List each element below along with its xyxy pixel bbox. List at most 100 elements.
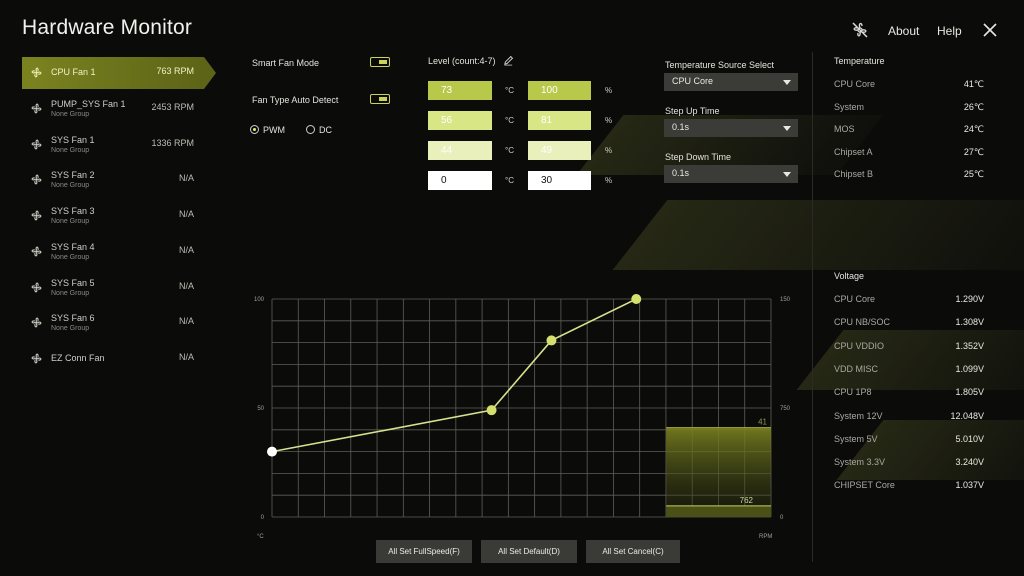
fan-item[interactable]: SYS Fan 2 None Group N/A <box>22 164 204 196</box>
fan-name: EZ Conn Fan <box>51 353 105 363</box>
temp-source-select[interactable]: CPU Core <box>664 73 798 91</box>
fan-group: None Group <box>51 182 90 189</box>
live-rpm-area <box>666 505 771 517</box>
step-up-select[interactable]: 0.1s <box>664 119 798 137</box>
fan-icon <box>31 210 42 221</box>
fan-group: None Group <box>51 111 90 118</box>
level-temp-input[interactable]: 0 <box>428 171 492 190</box>
temp-source-label: Temperature Source Select <box>665 60 775 70</box>
fan-icon <box>31 246 42 257</box>
fan-name: CPU Fan 1 <box>51 67 96 77</box>
fan-icon <box>31 353 42 364</box>
all-default-button[interactable]: All Set Default(D) <box>481 540 577 563</box>
fan-group: None Group <box>51 325 90 332</box>
voltage-value: 12.048V <box>950 410 984 421</box>
dc-label: DC <box>319 125 332 135</box>
fan-name: PUMP_SYS Fan 1 <box>51 99 126 109</box>
level-percent-input[interactable]: 30 <box>528 171 591 190</box>
fan-rpm: N/A <box>178 316 194 326</box>
level-title: Level (count:4-7) <box>428 56 496 66</box>
fan-group: None Group <box>51 147 90 154</box>
level-percent-input[interactable]: 100 <box>528 81 591 100</box>
fan-rpm: N/A <box>178 209 194 219</box>
curve-point[interactable] <box>546 335 557 346</box>
fan-rpm: N/A <box>178 352 194 362</box>
y-right-tick: 0 <box>780 515 784 521</box>
temp-unit: °C <box>505 116 514 125</box>
live-rpm-label: 762 <box>740 496 754 505</box>
step-down-select[interactable]: 0.1s <box>664 165 798 183</box>
fan-icon <box>31 67 42 78</box>
fan-type-auto-toggle[interactable] <box>370 94 390 104</box>
fan-type-auto-label: Fan Type Auto Detect <box>252 95 339 105</box>
step-down-value: 0.1s <box>672 168 690 178</box>
page-title: Hardware Monitor <box>22 16 193 39</box>
fan-item[interactable]: SYS Fan 1 None Group 1336 RPM <box>22 129 204 161</box>
fan-off-icon[interactable] <box>850 20 870 40</box>
all-cancel-button[interactable]: All Set Cancel(C) <box>586 540 680 563</box>
voltage-label: System 5V <box>834 433 878 444</box>
live-temp-area <box>666 427 771 517</box>
voltage-value: 1.805V <box>955 387 984 398</box>
smart-fan-mode-label: Smart Fan Mode <box>252 58 320 68</box>
level-percent-input[interactable]: 49 <box>528 141 591 160</box>
curve-point[interactable] <box>267 446 277 457</box>
x-unit-label: °C <box>257 534 264 540</box>
level-temp-input[interactable]: 56 <box>428 111 492 130</box>
pwm-radio[interactable] <box>250 125 259 134</box>
temperature-label: MOS <box>834 124 855 134</box>
fan-item[interactable]: SYS Fan 3 None Group N/A <box>22 200 204 232</box>
chevron-down-icon <box>783 80 791 85</box>
temp-unit: °C <box>505 176 514 185</box>
temperature-value: 25℃ <box>963 169 984 179</box>
help-link[interactable]: Help <box>937 24 962 38</box>
fan-name: SYS Fan 6 <box>51 313 95 323</box>
pencil-icon[interactable] <box>503 55 514 66</box>
fan-name: SYS Fan 2 <box>51 170 95 180</box>
dc-radio[interactable] <box>306 125 315 134</box>
chevron-down-icon <box>783 172 791 177</box>
curve-point[interactable] <box>486 405 497 416</box>
live-temp-label: 41 <box>758 418 767 427</box>
fan-item[interactable]: SYS Fan 5 None Group N/A <box>22 272 204 304</box>
step-up-label: Step Up Time <box>665 106 720 116</box>
fan-group: None Group <box>51 218 90 225</box>
fan-icon <box>31 317 42 328</box>
voltage-value: 3.240V <box>955 457 984 468</box>
y-left-tick: 0 <box>261 515 265 521</box>
voltage-label: System 12V <box>834 410 883 421</box>
percent-unit: % <box>605 116 613 125</box>
fan-rpm: N/A <box>178 281 194 291</box>
fan-item[interactable]: EZ Conn Fan N/A <box>22 343 204 375</box>
fan-rpm: N/A <box>178 173 194 183</box>
all-full-speed-button[interactable]: All Set FullSpeed(F) <box>376 540 472 563</box>
percent-unit: % <box>605 86 613 95</box>
voltage-value: 5.010V <box>955 433 984 444</box>
fan-icon <box>31 174 42 185</box>
curve-point[interactable] <box>631 294 642 304</box>
level-temp-input[interactable]: 44 <box>428 141 492 160</box>
temperature-value: 27℃ <box>963 146 984 157</box>
about-link[interactable]: About <box>888 24 919 38</box>
voltage-value: 1.037V <box>955 480 984 491</box>
y-right-tick: 7500 <box>780 406 790 412</box>
fan-curve-chart[interactable]: 41 762 100 50 0 15000 7500 0 °C RPM <box>250 290 790 542</box>
fan-rpm: N/A <box>178 245 194 255</box>
temperature-label: CPU Core <box>834 79 876 89</box>
voltage-value: 1.308V <box>955 317 984 328</box>
level-percent-input[interactable]: 81 <box>528 111 591 130</box>
fan-icon <box>31 103 42 114</box>
fan-item[interactable]: SYS Fan 4 None Group N/A <box>22 236 204 268</box>
fan-curve-line <box>271 298 637 453</box>
close-icon[interactable] <box>982 22 998 38</box>
pwm-label: PWM <box>263 125 285 135</box>
temp-unit: °C <box>505 86 514 95</box>
fan-item[interactable]: SYS Fan 6 None Group N/A <box>22 307 204 339</box>
step-down-label: Step Down Time <box>665 152 732 162</box>
fan-item[interactable]: CPU Fan 1 763 RPM <box>22 57 216 89</box>
chevron-down-icon <box>783 126 791 131</box>
level-temp-input[interactable]: 73 <box>428 81 492 100</box>
smart-fan-mode-toggle[interactable] <box>370 57 390 67</box>
temperature-value: 41℃ <box>963 79 984 89</box>
fan-item[interactable]: PUMP_SYS Fan 1 None Group 2453 RPM <box>22 93 204 125</box>
